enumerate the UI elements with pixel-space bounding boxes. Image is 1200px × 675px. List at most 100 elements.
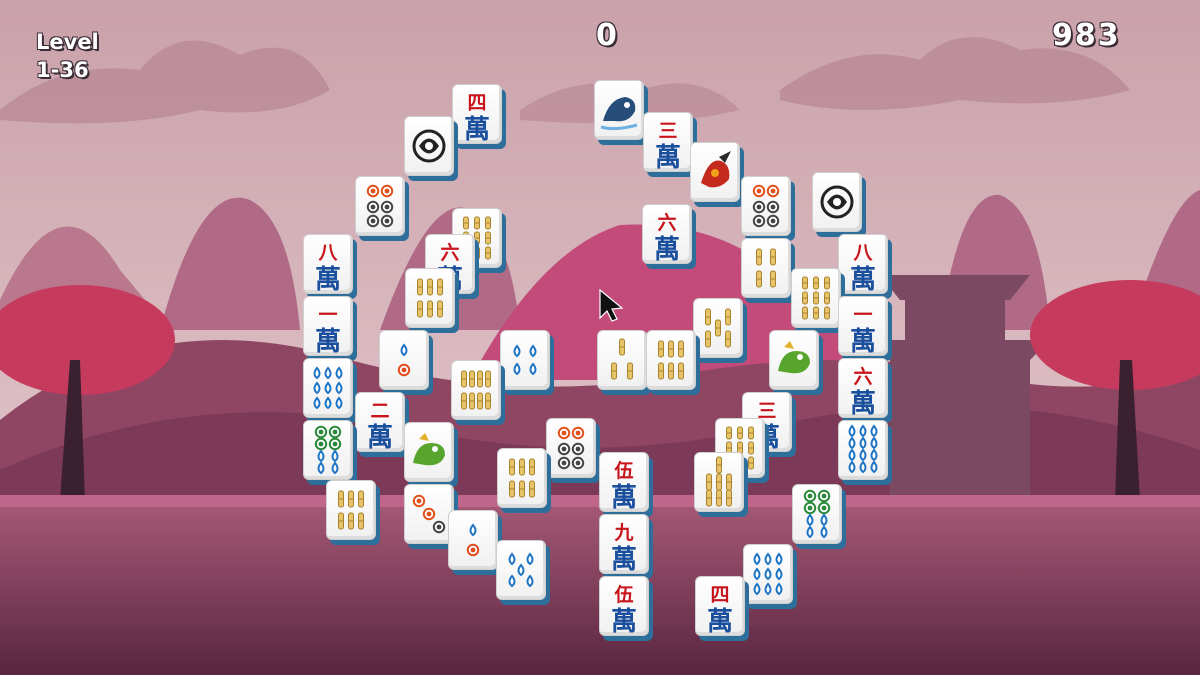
tile-face <box>379 330 429 390</box>
mahjong-tile[interactable] <box>812 172 866 237</box>
mahjong-tile[interactable] <box>792 484 846 549</box>
tile-suit-glyph: 萬 <box>314 327 341 356</box>
mahjong-tile[interactable] <box>404 484 458 549</box>
tile-face <box>594 80 644 140</box>
tile-face <box>646 330 696 390</box>
mahjong-tile[interactable] <box>741 176 795 241</box>
dragon-circle-icon <box>820 185 854 219</box>
mahjong-board: 四萬三萬六萬六萬八萬八萬一萬一萬六萬二萬三萬伍萬九萬伍萬四萬 <box>0 0 1200 675</box>
mahjong-tile[interactable] <box>838 420 892 485</box>
tile-face <box>546 418 596 478</box>
dots-5-icon <box>508 552 534 588</box>
mahjong-tile[interactable]: 四萬 <box>452 84 506 149</box>
mahjong-tile[interactable] <box>693 298 747 363</box>
mahjong-tile[interactable]: 三萬 <box>643 112 697 177</box>
dots-6-icon <box>557 426 585 470</box>
mahjong-tile[interactable]: 九萬 <box>599 514 653 579</box>
tile-suit-glyph: 萬 <box>706 607 733 636</box>
tile-face: 三萬 <box>643 112 693 172</box>
mahjong-tile[interactable] <box>303 358 357 423</box>
tile-face <box>693 298 743 358</box>
tile-face: 四萬 <box>452 84 502 144</box>
mahjong-tile[interactable]: 一萬 <box>303 296 357 361</box>
bamboo-6-icon <box>417 278 443 318</box>
tile-face <box>743 544 793 604</box>
mahjong-tile[interactable] <box>769 330 823 395</box>
bamboo-4-icon <box>756 248 776 288</box>
mahjong-tile[interactable] <box>497 448 551 513</box>
tile-face: 伍萬 <box>599 452 649 512</box>
dragon-green-icon <box>413 433 445 466</box>
tile-face: 一萬 <box>303 296 353 356</box>
tile-face <box>404 116 454 176</box>
dots-9-icon <box>753 552 783 596</box>
tile-face <box>690 142 740 202</box>
tile-face <box>326 480 376 540</box>
mahjong-tile[interactable]: 二萬 <box>355 392 409 457</box>
bamboo-7-icon <box>706 456 732 507</box>
dots-4-icon <box>513 344 537 376</box>
mahjong-tile[interactable] <box>496 540 550 605</box>
mahjong-tile[interactable]: 一萬 <box>838 296 892 361</box>
mahjong-tile[interactable] <box>743 544 797 609</box>
mahjong-tile[interactable] <box>741 238 795 303</box>
mahjong-tile[interactable] <box>546 418 600 483</box>
tile-face: 伍萬 <box>599 576 649 636</box>
tile-face <box>597 330 647 390</box>
mahjong-tile[interactable] <box>326 480 380 545</box>
dots-2-icon <box>466 523 480 557</box>
dots-8-icon <box>803 489 831 539</box>
tile-suit-glyph: 萬 <box>849 265 876 294</box>
mouse-cursor-icon <box>599 288 624 322</box>
tile-face: 九萬 <box>599 514 649 574</box>
mahjong-tile[interactable] <box>448 510 502 575</box>
mahjong-tile[interactable] <box>404 422 458 487</box>
dots-2-icon <box>397 343 411 377</box>
mahjong-tile[interactable] <box>451 360 505 425</box>
tile-face <box>451 360 501 420</box>
tile-face <box>500 330 550 390</box>
tile-face <box>355 176 405 236</box>
dragon-blue-icon <box>600 97 638 131</box>
mahjong-tile[interactable] <box>597 330 651 395</box>
mahjong-tile[interactable]: 八萬 <box>838 234 892 299</box>
tile-face: 八萬 <box>303 234 353 294</box>
mahjong-tile[interactable]: 四萬 <box>695 576 749 641</box>
mahjong-tile[interactable] <box>791 268 845 333</box>
tile-face <box>404 422 454 482</box>
mahjong-tile[interactable] <box>646 330 700 395</box>
tile-suit-glyph: 萬 <box>610 545 637 574</box>
dots-12-icon <box>848 424 878 474</box>
mahjong-tile[interactable]: 六萬 <box>838 358 892 423</box>
tile-face <box>404 484 454 544</box>
mahjong-tile[interactable] <box>594 80 648 145</box>
tile-face <box>791 268 841 328</box>
bamboo-bird-icon <box>658 340 684 380</box>
dragon-green-icon <box>778 341 810 374</box>
mahjong-tile[interactable]: 伍萬 <box>599 452 653 517</box>
tile-face: 四萬 <box>695 576 745 636</box>
tile-face: 六萬 <box>642 204 692 264</box>
mahjong-tile[interactable] <box>500 330 554 395</box>
mahjong-tile[interactable] <box>404 116 458 181</box>
bamboo-9-icon <box>802 276 830 320</box>
tile-face <box>792 484 842 544</box>
tile-suit-glyph: 萬 <box>653 235 680 264</box>
mahjong-tile[interactable] <box>355 176 409 241</box>
mahjong-tile[interactable] <box>379 330 433 395</box>
mahjong-tile[interactable] <box>303 420 357 485</box>
mahjong-tile[interactable]: 六萬 <box>642 204 696 269</box>
tile-suit-glyph: 萬 <box>366 423 393 452</box>
tile-face <box>496 540 546 600</box>
mahjong-tile[interactable]: 伍萬 <box>599 576 653 641</box>
bamboo-6-icon <box>338 490 364 530</box>
mahjong-tile[interactable] <box>405 268 459 333</box>
tile-suit-glyph: 萬 <box>610 607 637 636</box>
dragon-circle-icon <box>412 129 446 163</box>
mahjong-tile[interactable] <box>690 142 744 207</box>
mahjong-tile[interactable] <box>694 452 748 517</box>
dots-6-icon <box>366 184 394 228</box>
tile-suit-glyph: 萬 <box>654 143 681 172</box>
mahjong-tile[interactable]: 八萬 <box>303 234 357 299</box>
tile-face <box>405 268 455 328</box>
